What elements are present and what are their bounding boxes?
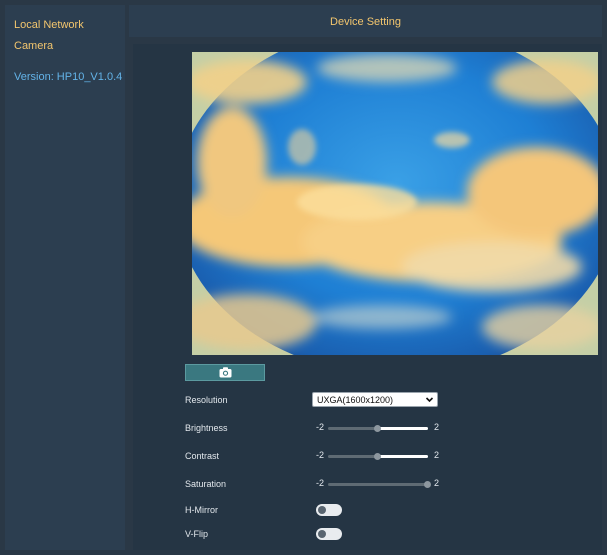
contrast-fill bbox=[378, 455, 428, 458]
camera-icon bbox=[219, 367, 232, 378]
contrast-label: Contrast bbox=[185, 451, 220, 461]
brightness-thumb[interactable] bbox=[374, 425, 381, 432]
h-mirror-toggle[interactable] bbox=[316, 504, 342, 516]
contrast-thumb[interactable] bbox=[374, 453, 381, 460]
v-flip-toggle-knob bbox=[318, 530, 326, 538]
resolution-label: Resolution bbox=[185, 395, 228, 405]
settings-panel: Resolution UXGA(1600x1200) Brightness -2… bbox=[133, 44, 602, 550]
contrast-max: 2 bbox=[434, 450, 440, 460]
camera-preview-image bbox=[192, 52, 598, 355]
saturation-max: 2 bbox=[434, 478, 440, 488]
brightness-min: -2 bbox=[316, 422, 325, 432]
h-mirror-label: H-Mirror bbox=[185, 505, 218, 515]
snapshot-button[interactable] bbox=[185, 364, 265, 381]
page-title: Device Setting bbox=[330, 16, 401, 28]
saturation-track[interactable] bbox=[328, 481, 431, 488]
sidebar: Local Network Camera Version: HP10_V1.0.… bbox=[5, 5, 125, 550]
saturation-thumb[interactable] bbox=[424, 481, 431, 488]
h-mirror-toggle-knob bbox=[318, 506, 326, 514]
version-label: Version: HP10_V1.0.4 bbox=[14, 71, 123, 83]
contrast-min: -2 bbox=[316, 450, 325, 460]
saturation-min: -2 bbox=[316, 478, 325, 488]
sidebar-item-camera[interactable]: Camera bbox=[14, 40, 53, 52]
brightness-fill bbox=[378, 427, 428, 430]
brightness-label: Brightness bbox=[185, 423, 228, 433]
saturation-label: Saturation bbox=[185, 479, 227, 489]
brightness-max: 2 bbox=[434, 422, 440, 432]
brightness-track[interactable] bbox=[328, 425, 428, 432]
v-flip-label: V-Flip bbox=[185, 529, 209, 539]
sidebar-item-local-network[interactable]: Local Network bbox=[14, 19, 84, 31]
header-bar: Device Setting bbox=[129, 5, 602, 37]
chevron-down-icon bbox=[425, 397, 434, 403]
v-flip-toggle[interactable] bbox=[316, 528, 342, 540]
camera-preview bbox=[192, 52, 598, 355]
contrast-track[interactable] bbox=[328, 453, 428, 460]
resolution-select[interactable]: UXGA(1600x1200) bbox=[312, 392, 438, 407]
device-setting-app: Local Network Camera Version: HP10_V1.0.… bbox=[0, 0, 607, 555]
resolution-selected-value: UXGA(1600x1200) bbox=[317, 395, 394, 405]
